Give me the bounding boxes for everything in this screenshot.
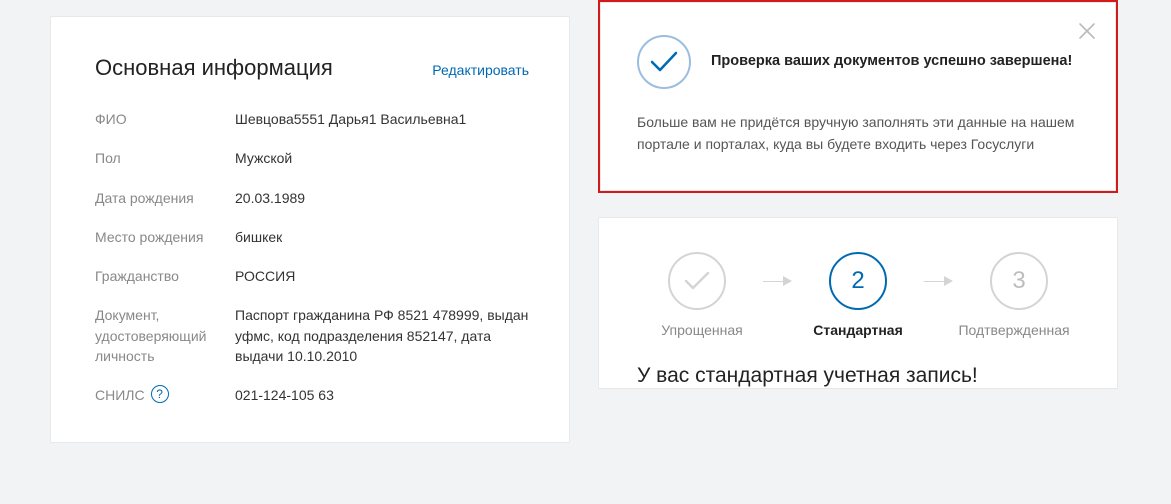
card-title: Основная информация [95,55,333,81]
step-3-circle: 3 [990,252,1048,310]
main-info-card: Основная информация Редактировать ФИО Ше… [50,16,570,443]
notice-highlight: Проверка ваших документов успешно заверш… [598,0,1118,193]
label-fio: ФИО [95,109,235,129]
label-citizenship: Гражданство [95,266,235,286]
steps-card: 2 3 Упрощенная Стандартная Подтвержденна… [598,217,1118,389]
value-snils: 021-124-105 63 [235,385,334,405]
step-2-circle: 2 [829,252,887,310]
value-document: Паспорт гражданина РФ 8521 478999, выдан… [235,305,529,366]
label-snils-text: СНИЛС [95,385,145,405]
value-fio: Шевцова5551 Дарья1 Васильевна1 [235,109,466,129]
step-2: 2 [798,252,918,310]
value-dob: 20.03.1989 [235,188,305,208]
row-snils: СНИЛС ? 021-124-105 63 [95,385,529,405]
label-dob: Дата рождения [95,188,235,208]
step-1 [637,252,757,310]
step-1-label: Упрощенная [637,322,767,338]
check-icon [637,35,691,89]
help-icon[interactable]: ? [151,385,169,403]
value-pob: бишкек [235,227,282,247]
label-snils: СНИЛС ? [95,385,235,405]
row-gender: Пол Мужской [95,148,529,168]
step-3-label: Подтвержденная [949,322,1079,338]
close-icon[interactable] [1077,21,1097,41]
notice-body: Больше вам не придётся вручную заполнять… [637,111,1079,156]
label-gender: Пол [95,148,235,168]
step-3: 3 [959,252,1079,310]
row-citizenship: Гражданство РОССИЯ [95,266,529,286]
account-status-title: У вас стандартная учетная запись! [637,364,1079,388]
row-pob: Место рождения бишкек [95,227,529,247]
label-pob: Место рождения [95,227,235,247]
arrow-icon [763,280,792,282]
step-2-label: Стандартная [793,322,923,338]
step-1-circle [668,252,726,310]
arrow-icon [924,280,953,282]
value-gender: Мужской [235,148,292,168]
row-document: Документ, удостоверяющий личность Паспор… [95,305,529,366]
row-fio: ФИО Шевцова5551 Дарья1 Васильевна1 [95,109,529,129]
notice-card: Проверка ваших документов успешно заверш… [600,2,1116,191]
edit-link[interactable]: Редактировать [432,62,529,78]
row-dob: Дата рождения 20.03.1989 [95,188,529,208]
value-citizenship: РОССИЯ [235,266,295,286]
label-document: Документ, удостоверяющий личность [95,305,235,366]
notice-title: Проверка ваших документов успешно заверш… [711,51,1072,73]
